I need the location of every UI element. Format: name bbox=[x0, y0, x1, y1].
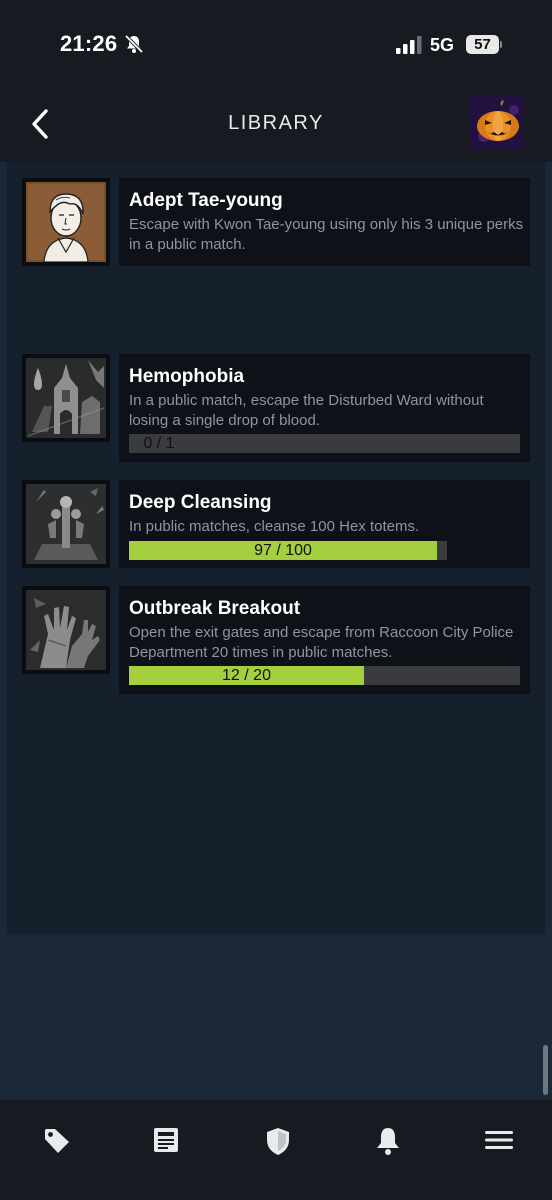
nav-news[interactable] bbox=[146, 1124, 186, 1158]
achievement-description: In public matches, cleanse 100 Hex totem… bbox=[129, 518, 420, 535]
nav-store[interactable] bbox=[36, 1124, 76, 1158]
achievement-row[interactable]: Hemophobia In a public match, escape the… bbox=[22, 354, 530, 462]
shield-icon bbox=[267, 1128, 289, 1155]
achievement-row[interactable]: Adept Tae-young Escape with Kwon Tae-you… bbox=[22, 178, 530, 266]
battery-level: 57 bbox=[466, 35, 499, 54]
achievement-title: Outbreak Breakout bbox=[129, 598, 301, 619]
achievement-card: Outbreak Breakout Open the exit gates an… bbox=[119, 586, 530, 694]
tag-icon bbox=[45, 1129, 69, 1153]
achievement-title: Deep Cleansing bbox=[129, 492, 272, 513]
portrait-art bbox=[26, 182, 106, 262]
progress-label: 97 / 100 bbox=[254, 542, 312, 559]
progress-bar: 97 / 100 bbox=[129, 541, 447, 560]
steam-library-screen: 21:26 5G 57 LIBRARY Adept Tae-young Esca… bbox=[0, 0, 552, 1200]
achievement-title: Adept Tae-young bbox=[129, 190, 283, 211]
achievement-card: Adept Tae-young Escape with Kwon Tae-you… bbox=[119, 178, 530, 266]
achievement-card: Deep Cleansing In public matches, cleans… bbox=[119, 480, 530, 568]
hands-art bbox=[26, 590, 106, 670]
totem-icon bbox=[22, 480, 110, 568]
achievements-panel: Adept Tae-young Escape with Kwon Tae-you… bbox=[7, 162, 545, 934]
achievement-row[interactable]: Deep Cleansing In public matches, cleans… bbox=[22, 480, 530, 568]
bell-slash-icon bbox=[124, 34, 144, 54]
achievement-card: Hemophobia In a public match, escape the… bbox=[119, 354, 530, 462]
nav-guard[interactable] bbox=[258, 1124, 298, 1158]
progress-bar: 0 / 1 bbox=[129, 434, 520, 453]
progress-label: 12 / 20 bbox=[222, 667, 271, 684]
grasping-hands-icon bbox=[22, 586, 110, 674]
achievement-title: Hemophobia bbox=[129, 366, 245, 387]
portrait-icon bbox=[22, 178, 110, 266]
status-time: 21:26 bbox=[60, 31, 118, 56]
user-avatar[interactable] bbox=[470, 96, 524, 150]
chapel-blood-drop-icon bbox=[22, 354, 110, 442]
menu-icon bbox=[485, 1131, 513, 1149]
top-bar: 21:26 5G 57 LIBRARY bbox=[0, 0, 552, 162]
battery-tip bbox=[500, 41, 502, 48]
cellular-signal-icon bbox=[396, 36, 422, 54]
nav-menu[interactable] bbox=[478, 1124, 518, 1158]
achievement-row[interactable]: Outbreak Breakout Open the exit gates an… bbox=[22, 586, 530, 694]
progress-bar: 12 / 20 bbox=[129, 666, 520, 685]
battery-icon: 57 bbox=[466, 35, 502, 55]
achievement-description: In a public match, escape the Disturbed … bbox=[129, 392, 484, 429]
news-icon bbox=[154, 1128, 178, 1152]
bottom-nav bbox=[0, 1100, 552, 1200]
bell-icon bbox=[377, 1128, 399, 1155]
achievement-description: Escape with Kwon Tae-young using only hi… bbox=[129, 216, 524, 253]
nav-notifications[interactable] bbox=[368, 1124, 408, 1158]
totem-art bbox=[26, 484, 106, 564]
pumpkin-avatar-icon bbox=[470, 96, 524, 150]
progress-label: 0 / 1 bbox=[143, 435, 175, 452]
chapel-art bbox=[26, 358, 106, 438]
achievement-description: Open the exit gates and escape from Racc… bbox=[129, 624, 514, 661]
scrollbar[interactable] bbox=[543, 1045, 548, 1095]
network-label: 5G bbox=[430, 35, 455, 55]
